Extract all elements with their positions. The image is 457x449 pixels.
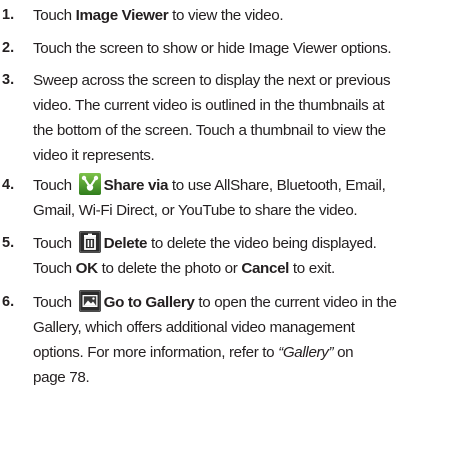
step-line: video. The current video is outlined in … (33, 97, 385, 114)
share-via-icon (78, 173, 101, 195)
step-line: Gallery, which offers additional video m… (33, 319, 355, 336)
ui-term: Delete (103, 235, 148, 252)
step-line: Sweep across the screen to display the n… (33, 72, 391, 89)
step-line: page 78. (33, 369, 90, 386)
step-line: Gmail, Wi-Fi Direct, or YouTube to share… (33, 202, 358, 219)
cross-reference: “Gallery” (278, 344, 334, 361)
step-number: 6. (2, 294, 15, 310)
ui-term: Image Viewer (75, 7, 169, 24)
step-line: the bottom of the screen. Touch a thumbn… (33, 122, 386, 139)
step-number: 3. (2, 72, 15, 88)
ui-term: Share via (103, 177, 169, 194)
step-line: options. For more information, refer to … (33, 344, 354, 361)
gallery-icon (78, 290, 101, 312)
ui-term: OK (75, 260, 98, 277)
step-number: 2. (2, 40, 15, 56)
step-number: 1. (2, 7, 15, 23)
step-text: Touch Share via to use AllShare, Bluetoo… (33, 173, 453, 223)
ui-term: Cancel (241, 260, 290, 277)
step-line: Touch Image Viewer to view the video. (33, 7, 284, 24)
step-text: Touch Delete to delete the video being d… (33, 231, 453, 281)
step-line: video it represents. (33, 147, 155, 164)
step-line: Touch the screen to show or hide Image V… (33, 40, 392, 57)
step-text: Sweep across the screen to display the n… (33, 68, 453, 168)
ui-term: Go to Gallery (103, 294, 195, 311)
delete-icon (78, 231, 101, 253)
step-text: Touch Go to Gallery to open the current … (33, 290, 453, 390)
step-number: 5. (2, 235, 15, 251)
instruction-steps: 1. Touch Image Viewer to view the video.… (0, 0, 457, 449)
step-text: Touch the screen to show or hide Image V… (33, 36, 453, 61)
step-line: Touch Go to Gallery to open the current … (33, 290, 453, 315)
step-line: Touch Share via to use AllShare, Bluetoo… (33, 173, 453, 198)
step-line: Touch OK to delete the photo or Cancel t… (33, 260, 335, 277)
step-number: 4. (2, 177, 15, 193)
step-line: Touch Delete to delete the video being d… (33, 231, 453, 256)
step-text: Touch Image Viewer to view the video. (33, 3, 453, 28)
